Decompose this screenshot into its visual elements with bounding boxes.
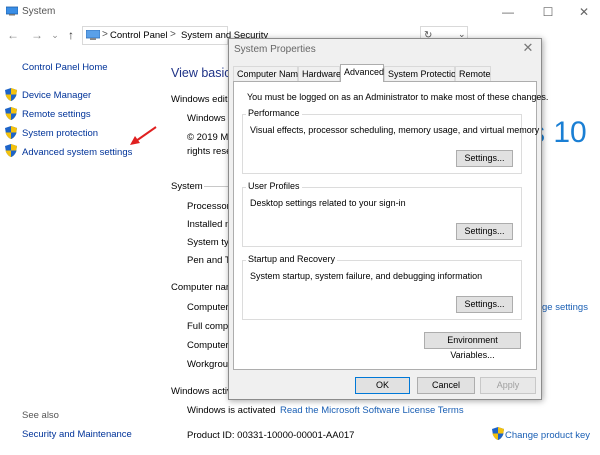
cancel-button[interactable]: Cancel bbox=[417, 377, 475, 394]
startup-recovery-settings-button[interactable]: Settings... bbox=[456, 296, 513, 313]
sidebar-item-remote-settings[interactable]: Remote settings bbox=[22, 109, 91, 120]
user-profiles-settings-button[interactable]: Settings... bbox=[456, 223, 513, 240]
tab-advanced[interactable]: Advanced bbox=[340, 64, 384, 82]
apply-button[interactable]: Apply bbox=[480, 377, 536, 394]
system-type-label: System typ bbox=[187, 237, 234, 248]
page-heading: View basic bbox=[171, 66, 231, 80]
breadcrumb-separator: > bbox=[102, 29, 108, 40]
user-profiles-title: User Profiles bbox=[246, 181, 302, 191]
sidebar-item-advanced-system-settings[interactable]: Advanced system settings bbox=[22, 147, 132, 158]
performance-title: Performance bbox=[246, 108, 302, 118]
annotation-arrow-icon bbox=[130, 126, 157, 145]
windows-edition-heading: Windows editi bbox=[171, 94, 230, 105]
admin-notice: You must be logged on as an Administrato… bbox=[247, 92, 549, 102]
maximize-button[interactable]: ☐ bbox=[538, 4, 558, 20]
back-icon[interactable]: ← bbox=[6, 28, 20, 42]
product-id: Product ID: 00331-10000-00001-AA017 bbox=[187, 430, 355, 441]
performance-settings-button[interactable]: Settings... bbox=[456, 150, 513, 167]
system-section-heading: System bbox=[171, 181, 203, 192]
sidebar-item-system-protection[interactable]: System protection bbox=[22, 128, 98, 139]
ok-button[interactable]: OK bbox=[355, 377, 410, 394]
shield-icon bbox=[5, 126, 17, 139]
security-maintenance-link[interactable]: Security and Maintenance bbox=[22, 429, 132, 440]
installed-memory-label: Installed m bbox=[187, 219, 233, 230]
window-title: System bbox=[22, 6, 56, 17]
breadcrumb-separator: > bbox=[170, 29, 176, 40]
copyright-line-1: © 2019 M bbox=[187, 132, 229, 143]
activation-status: Windows is activated bbox=[187, 405, 276, 416]
forward-icon[interactable]: → bbox=[30, 28, 44, 42]
shield-icon bbox=[492, 427, 504, 440]
dialog-title: System Properties bbox=[234, 44, 316, 55]
full-computer-name-label: Full compu bbox=[187, 321, 234, 332]
activation-section-heading: Windows activ bbox=[171, 386, 232, 397]
breadcrumb-control-panel[interactable]: Control Panel bbox=[110, 30, 168, 41]
environment-variables-button[interactable]: Environment Variables... bbox=[424, 332, 521, 360]
change-settings-link[interactable]: ge settings bbox=[542, 302, 588, 313]
tab-remote[interactable]: Remote bbox=[455, 66, 491, 81]
minimize-button[interactable]: — bbox=[498, 4, 518, 20]
tab-system-protection[interactable]: System Protection bbox=[384, 66, 461, 81]
dialog-close-button[interactable]: ✕ bbox=[520, 40, 536, 56]
shield-icon bbox=[5, 88, 17, 101]
up-icon[interactable]: ↑ bbox=[64, 28, 78, 42]
shield-icon bbox=[5, 144, 17, 157]
control-panel-home-link[interactable]: Control Panel Home bbox=[22, 62, 108, 73]
close-button[interactable]: ✕ bbox=[574, 4, 594, 20]
license-terms-link[interactable]: Read the Microsoft Software License Term… bbox=[280, 405, 464, 416]
startup-recovery-title: Startup and Recovery bbox=[246, 254, 338, 264]
computer-description-label: Computer bbox=[187, 340, 229, 351]
system-app-icon bbox=[6, 6, 18, 16]
change-product-key-link[interactable]: Change product key bbox=[505, 430, 590, 441]
tab-computer-name[interactable]: Computer Name bbox=[233, 66, 303, 81]
tab-hardware[interactable]: Hardware bbox=[298, 66, 341, 81]
shield-icon bbox=[5, 107, 17, 120]
see-also-heading: See also bbox=[22, 410, 59, 421]
control-panel-icon bbox=[86, 30, 100, 40]
divider bbox=[204, 186, 228, 187]
processor-label: Processor bbox=[187, 201, 230, 212]
computer-name-label: Computer bbox=[187, 302, 229, 313]
copyright-line-2: rights rese bbox=[187, 146, 232, 157]
computer-name-section-heading: Computer nar bbox=[171, 282, 230, 293]
windows-edition-value: Windows bbox=[187, 113, 226, 124]
user-profiles-description: Desktop settings related to your sign-in bbox=[250, 198, 406, 208]
workgroup-label: Workgrou bbox=[187, 359, 229, 370]
sidebar-item-device-manager[interactable]: Device Manager bbox=[22, 90, 91, 101]
startup-recovery-description: System startup, system failure, and debu… bbox=[250, 271, 483, 281]
performance-description: Visual effects, processor scheduling, me… bbox=[250, 125, 540, 135]
dropdown-icon[interactable]: ⌄ bbox=[48, 28, 62, 42]
